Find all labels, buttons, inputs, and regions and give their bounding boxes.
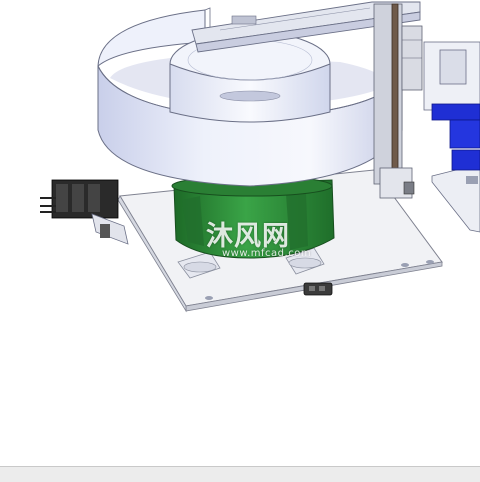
model-render — [40, 1, 480, 313]
vertical-frame — [373, 3, 423, 199]
connector-block — [40, 179, 129, 245]
cad-viewport[interactable]: 沐风网 www.mfcad.com — [0, 0, 480, 466]
status-bar — [0, 466, 480, 482]
bottom-clip — [303, 282, 333, 296]
right-fixture — [423, 41, 480, 233]
bowl-drive-base — [171, 175, 335, 259]
